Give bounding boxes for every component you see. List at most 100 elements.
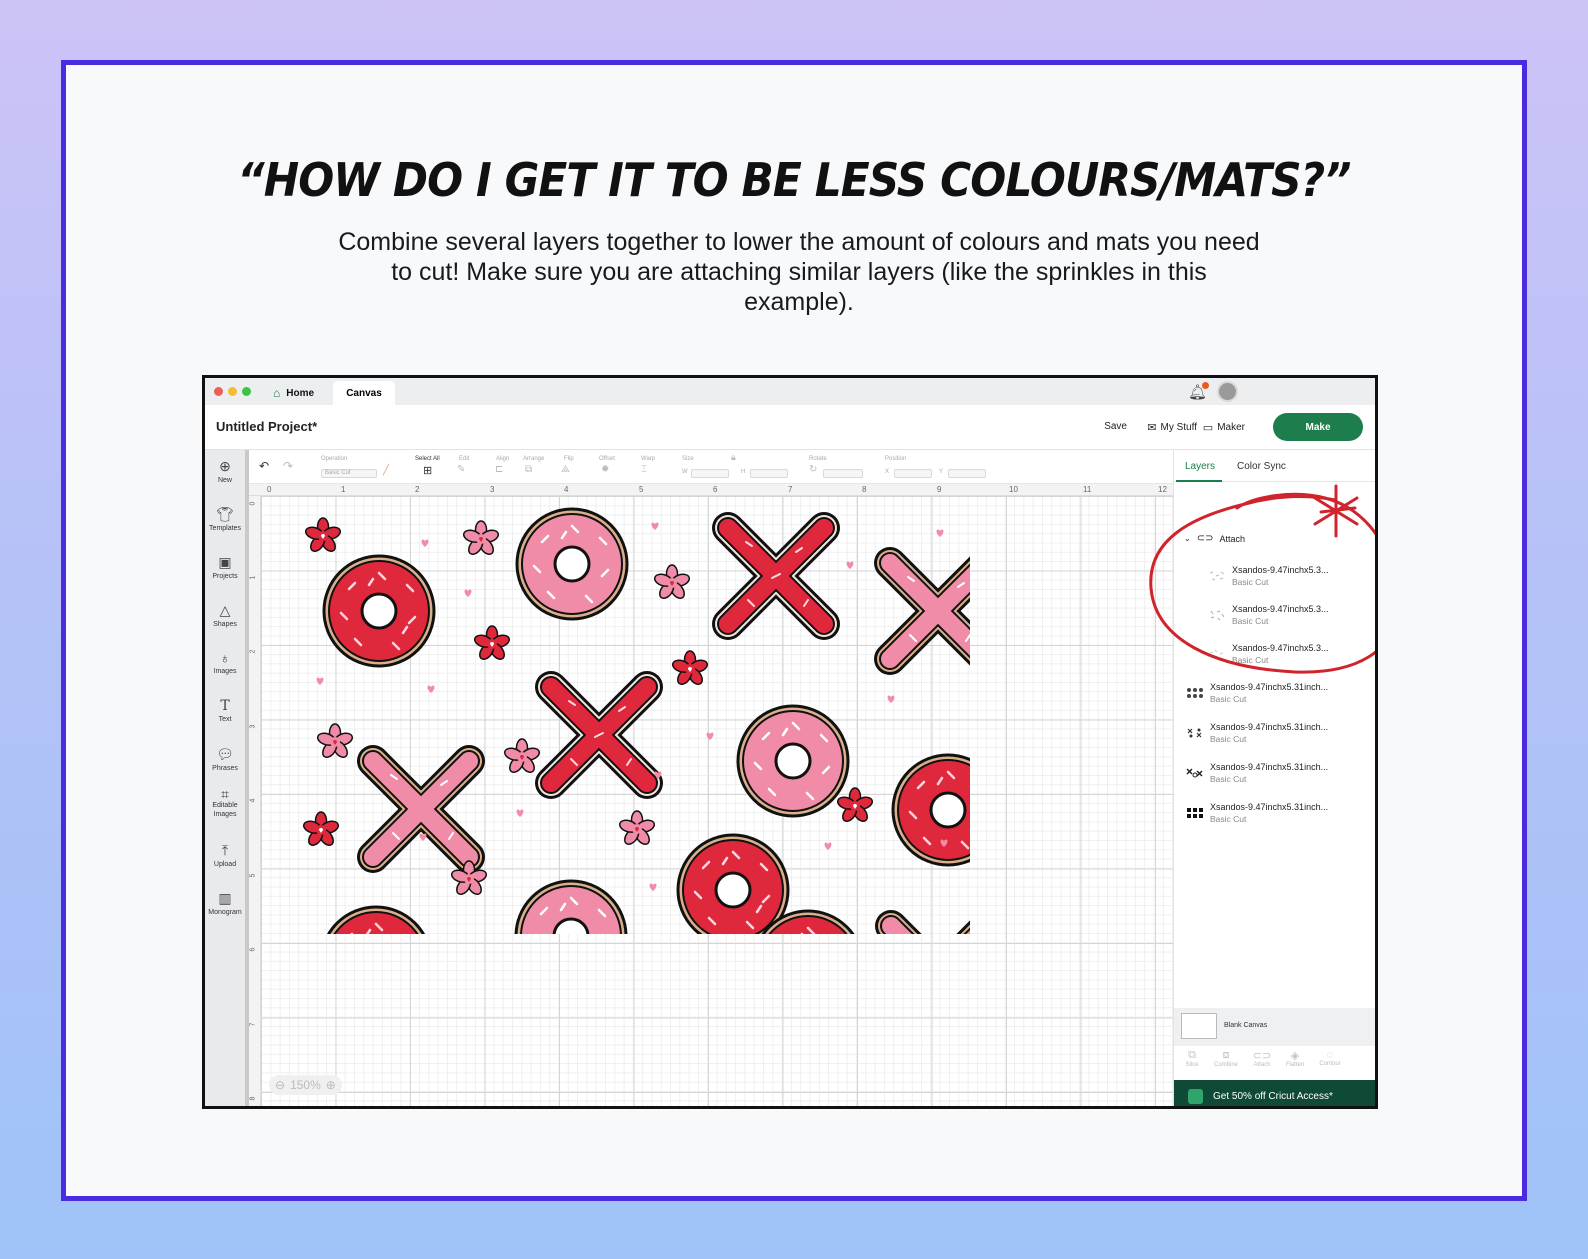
tool-text[interactable]: T Text [205,698,245,723]
operation-select[interactable]: Basic Cut [321,469,377,478]
home-icon: ⌂ [273,386,281,400]
avatar[interactable] [1217,381,1238,402]
layer-item[interactable]: Xsandos-9.47inchx5.31inch... Basic Cut [1186,681,1328,705]
align-label: Align [496,456,510,462]
edit-icon[interactable]: ✎ [457,464,465,475]
layer-item[interactable]: Xsandos-9.47inchx5.3... Basic Cut [1208,564,1329,588]
maker-label: Maker [1217,422,1245,433]
chevron-down-icon[interactable]: ⌄ [1184,534,1191,543]
lock-icon[interactable]: 🔒︎ [731,452,736,463]
contour-button[interactable]: ◌ Contour [1314,1049,1346,1067]
size-label: Size [682,456,694,462]
maximize-dot[interactable] [242,387,251,396]
attach-button[interactable]: ⊂⊃ Attach [1246,1049,1278,1068]
zoom-value: 150% [290,1078,321,1092]
contour-icon: ◌ [1326,1049,1334,1061]
slice-icon: ⧉ [1188,1049,1196,1061]
tab-canvas[interactable]: Canvas [333,381,395,405]
attach-group-row[interactable]: ⌄ ⊂⊃ Attach [1184,533,1245,544]
flatten-button[interactable]: ◈ Flatten [1279,1049,1311,1068]
project-title[interactable]: Untitled Project* [216,419,317,434]
y-label: Y [939,469,944,475]
height-input[interactable] [750,469,788,478]
ruler-tick: 3 [490,485,495,494]
text-icon: T [220,698,230,714]
active-tab-indicator [1176,480,1222,482]
tool-phrases[interactable]: 💬︎ Phrases [205,746,245,772]
info-card: “HOW DO I GET IT TO BE LESS COLOURS/MATS… [61,60,1527,1201]
my-stuff-button[interactable]: ✉ My Stuff [1147,421,1197,434]
contour-label: Contour [1319,1061,1341,1067]
zoom-control[interactable]: ⊖ 150% ⊕ [269,1075,342,1095]
align-icon[interactable]: ⊏ [495,464,503,475]
ruler-tick: 2 [249,649,257,654]
ruler-tick: 8 [249,1096,257,1101]
layer-item[interactable]: Xsandos-9.47inchx5.31inch... Basic Cut [1186,801,1328,825]
ruler-tick: 3 [249,724,257,729]
tool-label: Editable Images [212,802,238,818]
y-input[interactable] [948,469,986,478]
design-panel: ⊕ New 👕︎ Templates ▣ Projects △ Shapes ♁ Imag… [205,450,247,1106]
blank-canvas-row[interactable]: Blank Canvas [1174,1008,1375,1046]
warp-icon[interactable]: ⌶ [641,464,647,475]
pen-icon[interactable]: ╱ [383,465,389,476]
tool-upload[interactable]: ⤒ Upload [205,842,245,868]
slice-button[interactable]: ⧉ Slice [1176,1049,1208,1068]
tab-layers[interactable]: Layers [1185,461,1215,472]
tab-color-sync[interactable]: Color Sync [1237,461,1286,472]
tool-label: Phrases [212,765,238,772]
minimize-dot[interactable] [228,387,237,396]
sprinkle-thumb-icon [1209,649,1224,660]
tool-label: Upload [213,861,237,868]
rotate-icon[interactable]: ↻ [809,464,817,475]
edit-label: Edit [459,456,470,462]
promo-banner[interactable]: Get 50% off Cricut Access* [1174,1080,1375,1106]
make-button[interactable]: Make [1273,413,1363,441]
combine-button[interactable]: ⧈ Combine [1210,1049,1242,1068]
redo-icon[interactable]: ↷ [283,459,293,473]
tool-templates[interactable]: 👕︎ Templates [205,506,245,532]
tool-label: Projects [212,573,238,580]
attach-label: Attach [1219,533,1245,544]
bag-icon [1188,1088,1203,1104]
rotate-input[interactable] [823,469,863,478]
xo-donut-design[interactable] [280,504,970,934]
zoom-in-icon[interactable]: ⊕ [326,1078,336,1092]
ruler-top: 0 1 2 3 4 5 6 7 8 9 10 11 12 [249,484,1174,496]
tool-images[interactable]: ♁ Images [205,650,245,675]
tool-editable-images[interactable]: ⌗ Editable Images [205,787,245,819]
layer-operation: Basic Cut [1210,734,1247,744]
upload-icon: ⤒ [221,842,229,858]
layer-item[interactable]: Xsandos-9.47inchx5.31inch... Basic Cut [1186,761,1328,785]
arrange-icon[interactable]: ⧉ [525,464,532,475]
undo-icon[interactable]: ↶ [259,459,269,473]
edit-toolbar: ↶ ↷ Operation Basic Cut ╱ Select All ⊞ E… [249,450,1174,484]
layer-item[interactable]: Xsandos-9.47inchx5.3... Basic Cut [1208,603,1329,627]
layer-item[interactable]: Xsandos-9.47inchx5.3... Basic Cut [1208,642,1329,666]
flip-icon[interactable]: ⟁ [561,464,570,475]
zoom-out-icon[interactable]: ⊖ [275,1078,285,1092]
arrange-label: Arrange [523,456,545,462]
select-all-icon[interactable]: ⊞ [423,464,432,477]
save-button[interactable]: Save [1104,421,1127,432]
tool-projects[interactable]: ▣ Projects [205,554,245,580]
x-input[interactable] [894,469,932,478]
project-header: Untitled Project* Save ✉ My Stuff ▭ Make… [205,405,1375,450]
tool-shapes[interactable]: △ Shapes [205,602,245,628]
maker-button[interactable]: ▭ Maker [1203,421,1245,434]
tool-monogram[interactable]: ▥ Monogram [205,890,245,916]
close-dot[interactable] [214,387,223,396]
tool-new[interactable]: ⊕ New [205,458,245,484]
ruler-tick: 5 [639,485,644,494]
layer-item[interactable]: Xsandos-9.47inchx5.31inch... Basic Cut [1186,721,1328,745]
tab-home[interactable]: ⌂ Home [267,381,324,405]
layer-operation: Basic Cut [1210,774,1247,784]
ruler-tick: 2 [415,485,420,494]
ruler-tick: 8 [862,485,867,494]
offset-icon[interactable]: ✹ [601,464,609,475]
rotate-label: Rotate [809,456,827,462]
paperclip-icon: ⊂⊃ [1196,533,1214,544]
notification-badge [1202,382,1209,389]
ruler-tick: 0 [249,501,257,506]
width-input[interactable] [691,469,729,478]
